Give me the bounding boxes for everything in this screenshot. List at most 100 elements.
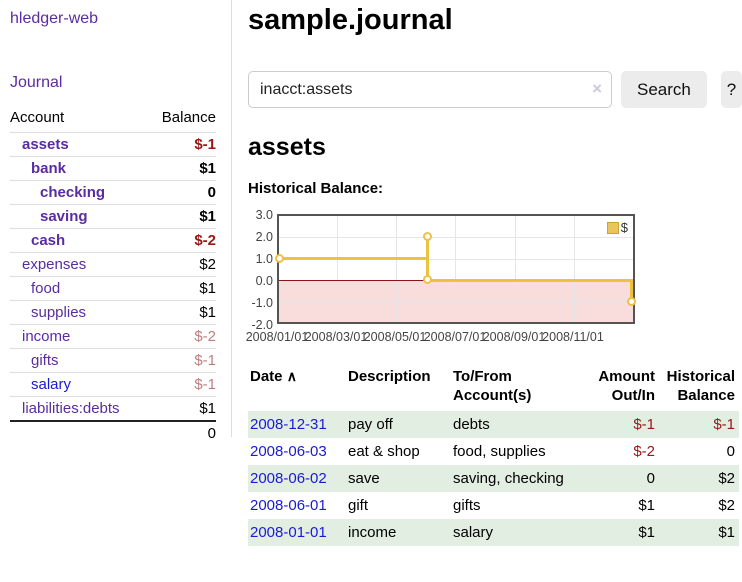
- account-row: assets $-1: [10, 133, 216, 157]
- y-tick: 3.0: [248, 208, 273, 222]
- transaction-amount: 0: [589, 465, 659, 492]
- sidebar: hledger-web Journal Account Balance asse…: [0, 0, 232, 437]
- gridline: [396, 216, 397, 322]
- account-row: food $1: [10, 277, 216, 301]
- series-line-segment: [426, 279, 633, 282]
- transaction-description: eat & shop: [346, 438, 451, 465]
- x-tick: 2008/01/01: [246, 330, 309, 344]
- account-link-bank[interactable]: bank: [31, 160, 66, 177]
- legend-swatch-icon: [607, 222, 619, 234]
- transaction-date-link[interactable]: 2008-06-02: [250, 470, 327, 487]
- account-balance: $-2: [148, 229, 216, 253]
- transaction-balance: $1: [659, 519, 739, 546]
- historical-balance-chart: 3.0 2.0 1.0 0.0 -1.0 -2.0: [248, 209, 668, 343]
- transaction-balance: $-1: [659, 411, 739, 438]
- register-row[interactable]: 2008-06-02 save saving, checking 0 $2: [248, 465, 739, 492]
- col-header-amount: Amount Out/In: [589, 365, 659, 411]
- app-brand-link[interactable]: hledger-web: [10, 10, 98, 28]
- account-link-food[interactable]: food: [31, 280, 60, 297]
- x-tick: 2008/11/01: [542, 330, 604, 344]
- account-link-assets[interactable]: assets: [22, 136, 69, 153]
- register-row[interactable]: 2008-06-01 gift gifts $1 $2: [248, 492, 739, 519]
- search-button[interactable]: Search: [621, 71, 707, 108]
- series-line-segment: [279, 257, 429, 260]
- account-row: cash $-2: [10, 229, 216, 253]
- account-column-header: Account: [10, 106, 148, 133]
- account-balance: $1: [148, 301, 216, 325]
- register-row[interactable]: 2008-12-31 pay off debts $-1 $-1: [248, 411, 739, 438]
- account-total-row: 0: [10, 421, 216, 445]
- col-header-accounts: To/From Account(s): [451, 365, 589, 411]
- data-point: [275, 254, 284, 263]
- transaction-description: income: [346, 519, 451, 546]
- clear-search-icon[interactable]: ×: [592, 80, 602, 98]
- y-tick: -1.0: [248, 296, 273, 310]
- account-row: salary $-1: [10, 373, 216, 397]
- account-balance: $1: [148, 157, 216, 181]
- account-row: gifts $-1: [10, 349, 216, 373]
- data-point: [627, 297, 636, 306]
- account-row: supplies $1: [10, 301, 216, 325]
- gridline: [337, 216, 338, 322]
- legend-label: $: [621, 220, 628, 235]
- transaction-balance: $2: [659, 492, 739, 519]
- x-tick: 2008/05/01: [364, 330, 427, 344]
- account-link-gifts[interactable]: gifts: [31, 352, 59, 369]
- account-link-checking[interactable]: checking: [40, 184, 105, 201]
- account-link-expenses[interactable]: expenses: [22, 256, 86, 273]
- transaction-date-link[interactable]: 2008-06-03: [250, 443, 327, 460]
- register-row[interactable]: 2008-06-03 eat & shop food, supplies $-2…: [248, 438, 739, 465]
- account-balance: $-1: [148, 349, 216, 373]
- help-button[interactable]: ?: [721, 71, 742, 108]
- account-link-cash[interactable]: cash: [31, 232, 65, 249]
- col-header-balance: Historical Balance: [659, 365, 739, 411]
- transaction-description: gift: [346, 492, 451, 519]
- account-row: expenses $2: [10, 253, 216, 277]
- account-link-saving[interactable]: saving: [40, 208, 88, 225]
- account-balance: $-1: [148, 133, 216, 157]
- account-link-supplies[interactable]: supplies: [31, 304, 86, 321]
- search-form: × Search ?: [248, 71, 742, 108]
- account-row: income$-2: [10, 325, 216, 349]
- gridline: [455, 216, 456, 322]
- transaction-amount: $-2: [589, 438, 659, 465]
- account-link-liabilities-debts[interactable]: liabilities:debts: [22, 400, 120, 417]
- account-balance: $-1: [148, 373, 216, 397]
- main-content: sample.journal × Search ? assets Histori…: [248, 0, 742, 546]
- transaction-balance: $2: [659, 465, 739, 492]
- y-tick: 0.0: [248, 274, 273, 288]
- transaction-amount: $1: [589, 492, 659, 519]
- account-link-salary[interactable]: salary: [31, 376, 71, 393]
- chart-legend: $: [605, 219, 630, 236]
- transaction-accounts: debts: [451, 411, 589, 438]
- transaction-accounts: salary: [451, 519, 589, 546]
- account-balance: $2: [148, 253, 216, 277]
- sort-asc-icon: ∧: [287, 368, 297, 384]
- col-header-description: Description: [346, 365, 451, 411]
- search-input[interactable]: [248, 71, 612, 108]
- account-balance: 0: [148, 181, 216, 205]
- x-tick: 2008/09/01: [483, 330, 546, 344]
- x-tick: 2008/03/01: [305, 330, 368, 344]
- x-tick: 2008/07/01: [424, 330, 487, 344]
- balance-column-header: Balance: [148, 106, 216, 133]
- register-row[interactable]: 2008-01-01 income salary $1 $1: [248, 519, 739, 546]
- transaction-date-link[interactable]: 2008-06-01: [250, 497, 327, 514]
- transaction-accounts: food, supplies: [451, 438, 589, 465]
- gridline: [515, 216, 516, 322]
- chart-title: Historical Balance:: [248, 180, 742, 197]
- y-tick: 2.0: [248, 230, 273, 244]
- account-balance: $1: [148, 277, 216, 301]
- account-row: bank $1: [10, 157, 216, 181]
- transaction-amount: $-1: [589, 411, 659, 438]
- transaction-date-link[interactable]: 2008-12-31: [250, 416, 327, 433]
- transaction-description: save: [346, 465, 451, 492]
- transaction-date-link[interactable]: 2008-01-01: [250, 524, 327, 541]
- sidebar-item-journal[interactable]: Journal: [10, 74, 62, 92]
- account-page-title: assets: [248, 133, 742, 162]
- transaction-amount: $1: [589, 519, 659, 546]
- account-link-income[interactable]: income: [22, 328, 70, 345]
- register-header-row: Date ∧ Description To/From Account(s) Am…: [248, 365, 739, 411]
- col-header-date[interactable]: Date ∧: [248, 365, 346, 411]
- data-point: [423, 232, 432, 241]
